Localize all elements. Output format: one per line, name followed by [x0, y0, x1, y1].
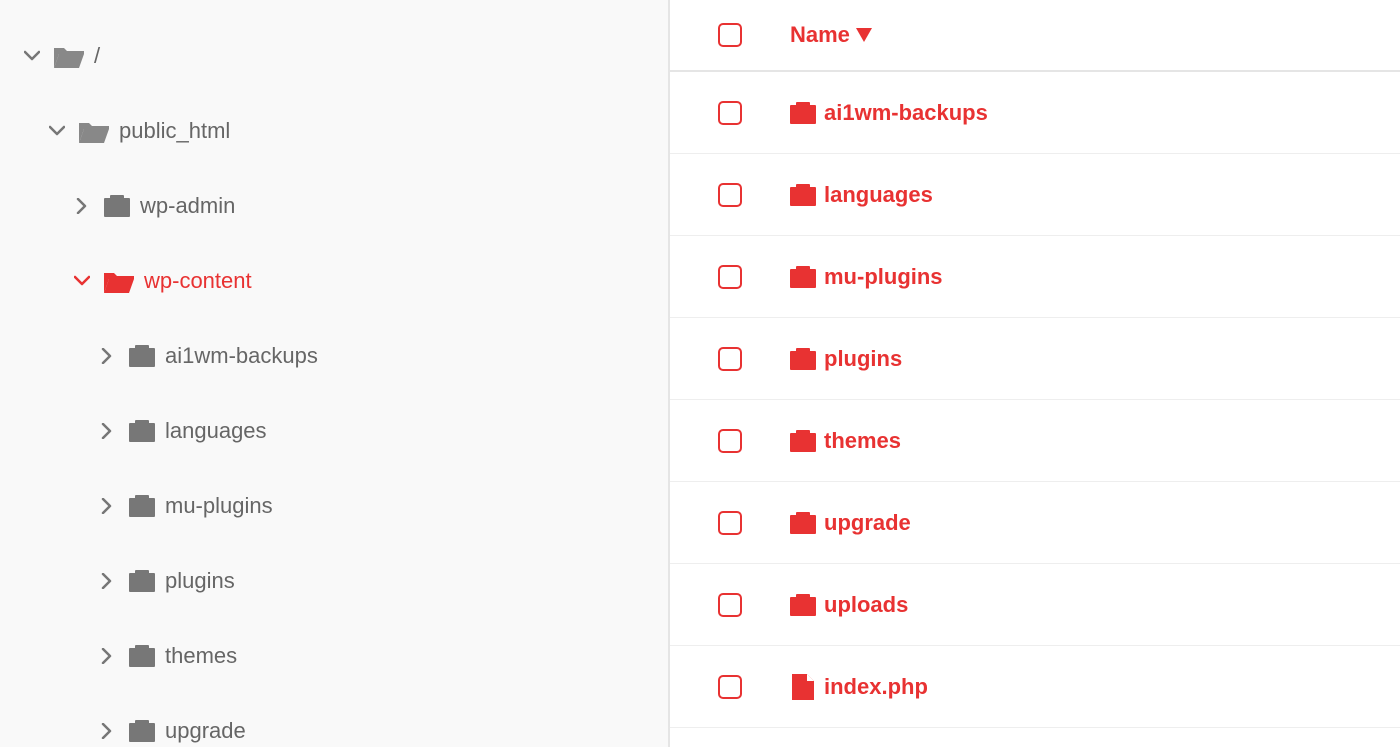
- file-name: languages: [824, 182, 933, 208]
- file-name: ai1wm-backups: [824, 100, 988, 126]
- file-name-cell[interactable]: uploads: [790, 592, 908, 618]
- column-header-name[interactable]: Name: [790, 22, 872, 48]
- file-name-cell[interactable]: plugins: [790, 346, 902, 372]
- folder-icon: [129, 495, 155, 517]
- file-row[interactable]: languages: [670, 154, 1400, 236]
- folder-icon: [790, 182, 816, 208]
- folder-icon: [129, 570, 155, 592]
- header-name-text: Name: [790, 22, 850, 48]
- folder-icon: [129, 645, 155, 667]
- file-row[interactable]: uploads: [670, 564, 1400, 646]
- file-name-cell[interactable]: languages: [790, 182, 933, 208]
- tree-label: ai1wm-backups: [165, 343, 318, 369]
- folder-icon: [129, 420, 155, 442]
- file-row[interactable]: upgrade: [670, 482, 1400, 564]
- file-name-cell[interactable]: ai1wm-backups: [790, 100, 988, 126]
- select-all-checkbox[interactable]: [718, 23, 742, 47]
- chevron-right-icon: [95, 644, 119, 668]
- folder-icon: [790, 264, 816, 290]
- tree-item-upgrade[interactable]: upgrade: [0, 693, 668, 747]
- file-row[interactable]: index.php: [670, 646, 1400, 728]
- folder-icon: [790, 592, 816, 618]
- tree-label: upgrade: [165, 718, 246, 744]
- folder-icon: [104, 195, 130, 217]
- tree-label: wp-content: [144, 268, 252, 294]
- file-name-cell[interactable]: mu-plugins: [790, 264, 943, 290]
- tree-item-wp-admin[interactable]: wp-admin: [0, 168, 668, 243]
- file-name-cell[interactable]: upgrade: [790, 510, 911, 536]
- tree-label: languages: [165, 418, 267, 444]
- chevron-right-icon: [95, 569, 119, 593]
- row-checkbox[interactable]: [718, 347, 742, 371]
- tree-item-plugins[interactable]: plugins: [0, 543, 668, 618]
- file-name: upgrade: [824, 510, 911, 536]
- chevron-right-icon: [95, 719, 119, 743]
- folder-icon: [790, 428, 816, 454]
- directory-tree: / public_html wp-admin wp-content: [0, 0, 670, 747]
- folder-icon: [790, 346, 816, 372]
- tree-label: mu-plugins: [165, 493, 273, 519]
- tree-label: wp-admin: [140, 193, 235, 219]
- chevron-right-icon: [95, 494, 119, 518]
- file-name-cell[interactable]: themes: [790, 428, 901, 454]
- file-name-cell[interactable]: index.php: [790, 674, 928, 700]
- row-checkbox[interactable]: [718, 511, 742, 535]
- row-checkbox[interactable]: [718, 593, 742, 617]
- tree-item-wp-content[interactable]: wp-content: [0, 243, 668, 318]
- file-row[interactable]: ai1wm-backups: [670, 72, 1400, 154]
- file-row[interactable]: themes: [670, 400, 1400, 482]
- tree-label: public_html: [119, 118, 230, 144]
- file-icon: [790, 674, 816, 700]
- folder-icon: [129, 345, 155, 367]
- file-name: index.php: [824, 674, 928, 700]
- row-checkbox[interactable]: [718, 429, 742, 453]
- file-row[interactable]: mu-plugins: [670, 236, 1400, 318]
- folder-open-icon: [79, 119, 109, 143]
- file-name: themes: [824, 428, 901, 454]
- row-checkbox[interactable]: [718, 675, 742, 699]
- chevron-down-icon: [45, 119, 69, 143]
- folder-icon: [790, 100, 816, 126]
- chevron-right-icon: [70, 194, 94, 218]
- tree-item-public-html[interactable]: public_html: [0, 93, 668, 168]
- tree-item-themes[interactable]: themes: [0, 618, 668, 693]
- tree-item-mu-plugins[interactable]: mu-plugins: [0, 468, 668, 543]
- file-name: plugins: [824, 346, 902, 372]
- tree-label: themes: [165, 643, 237, 669]
- folder-icon: [129, 720, 155, 742]
- chevron-down-icon: [20, 44, 44, 68]
- folder-icon: [790, 510, 816, 536]
- file-row[interactable]: plugins: [670, 318, 1400, 400]
- tree-item-languages[interactable]: languages: [0, 393, 668, 468]
- file-name: mu-plugins: [824, 264, 943, 290]
- chevron-right-icon: [95, 419, 119, 443]
- folder-open-icon: [104, 269, 134, 293]
- tree-label: plugins: [165, 568, 235, 594]
- row-checkbox[interactable]: [718, 265, 742, 289]
- file-list: Name ai1wm-backups languages mu-plugins plu…: [670, 0, 1400, 747]
- chevron-right-icon: [95, 344, 119, 368]
- tree-item-ai1wm-backups[interactable]: ai1wm-backups: [0, 318, 668, 393]
- tree-root[interactable]: /: [0, 18, 668, 93]
- sort-descending-icon: [856, 28, 872, 42]
- file-name: uploads: [824, 592, 908, 618]
- chevron-down-icon: [70, 269, 94, 293]
- tree-label: /: [94, 43, 100, 69]
- row-checkbox[interactable]: [718, 183, 742, 207]
- row-checkbox[interactable]: [718, 101, 742, 125]
- folder-open-icon: [54, 44, 84, 68]
- file-list-header: Name: [670, 0, 1400, 72]
